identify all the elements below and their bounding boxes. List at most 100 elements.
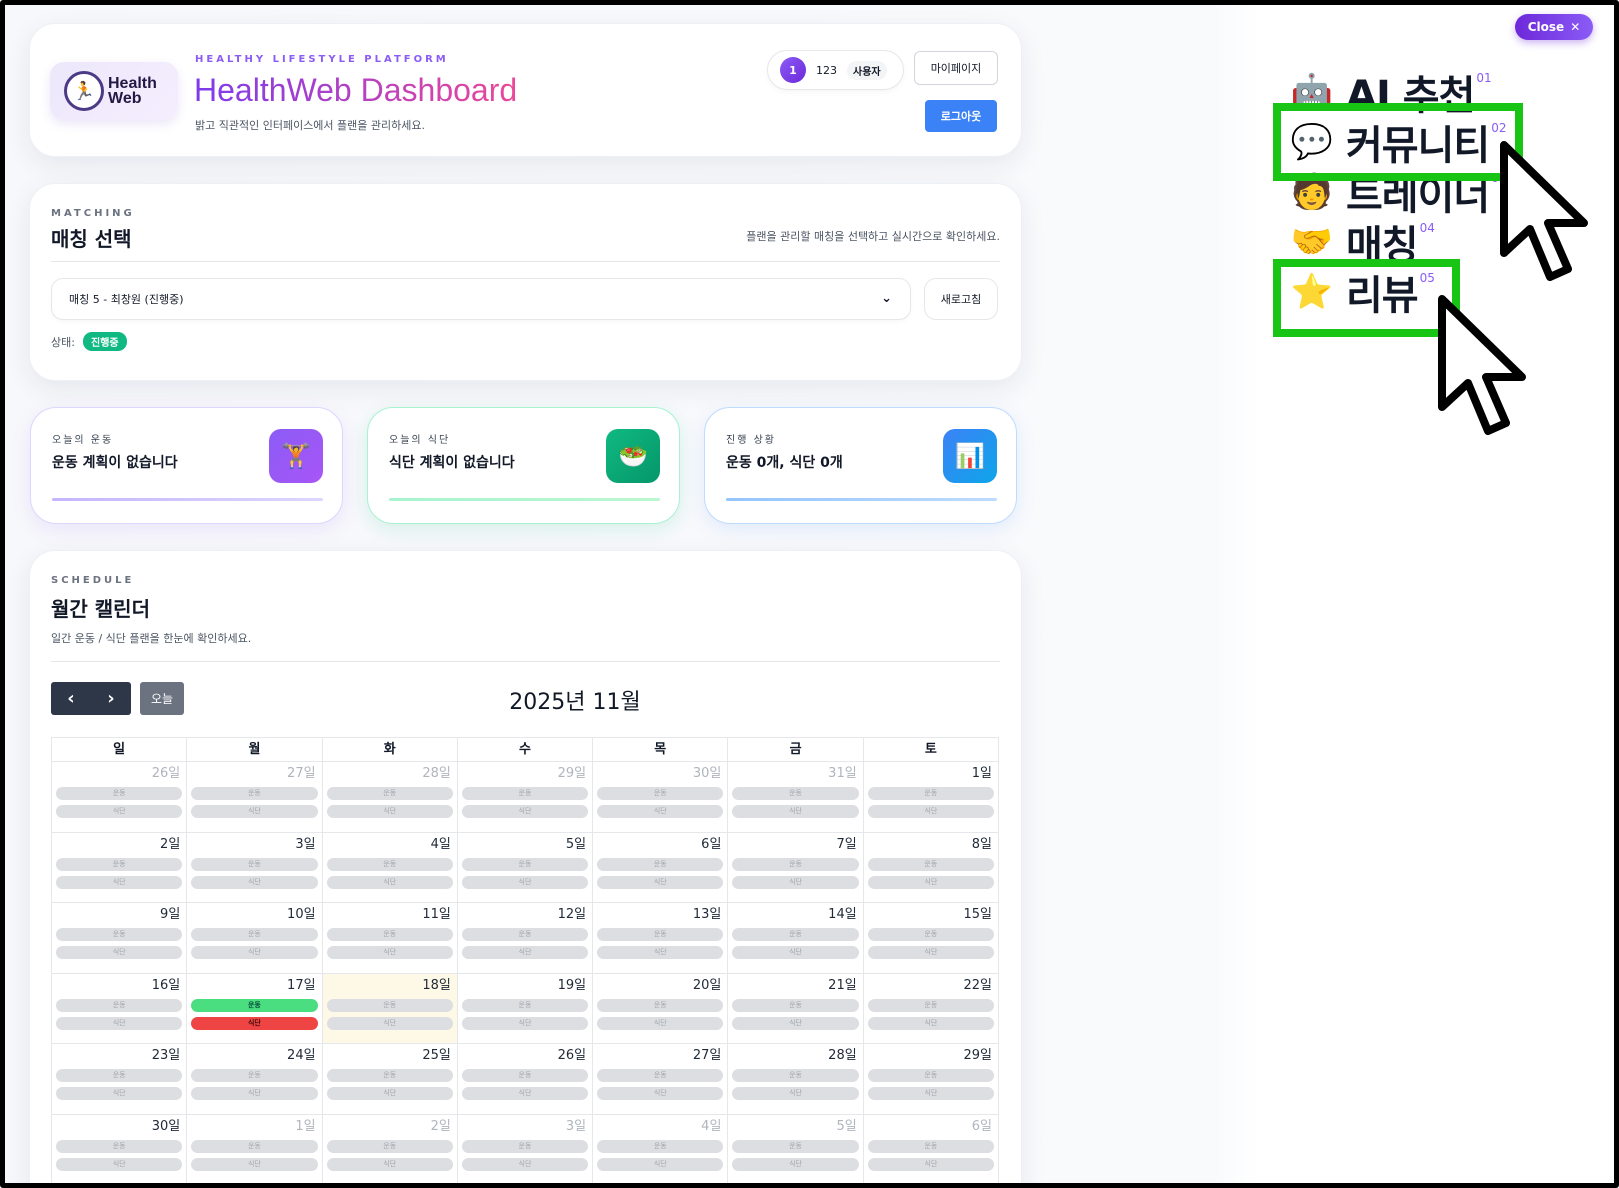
calendar-day-cell[interactable]: 8일 운동 식단 (863, 832, 999, 903)
calendar-day-cell[interactable]: 30일 운동 식단 (52, 1114, 188, 1183)
calendar-day-cell[interactable]: 29일 운동 식단 (863, 1044, 999, 1115)
exercise-pill[interactable]: 운동 (597, 1069, 724, 1082)
close-button[interactable]: Close ✕ (1515, 14, 1593, 40)
exercise-pill[interactable]: 운동 (191, 998, 318, 1012)
exercise-pill[interactable]: 운동 (56, 998, 183, 1012)
exercise-pill[interactable]: 운동 (56, 857, 183, 871)
exercise-pill[interactable]: 운동 (732, 857, 859, 871)
meal-pill[interactable]: 식단 (461, 875, 589, 889)
calendar-day-cell[interactable]: 24일 운동 식단 (187, 1044, 323, 1115)
meal-pill[interactable]: 식단 (191, 805, 318, 818)
exercise-pill[interactable]: 운동 (732, 1139, 859, 1153)
meal-pill[interactable]: 식단 (732, 1157, 859, 1171)
logout-button[interactable]: 로그아웃 (925, 100, 997, 132)
exercise-pill[interactable]: 운동 (326, 1069, 453, 1082)
meal-pill[interactable]: 식단 (867, 1157, 994, 1171)
calendar-day-cell[interactable]: 16일 운동 식단 (52, 973, 188, 1044)
mypage-button[interactable]: 마이페이지 (914, 51, 998, 85)
calendar-day-cell[interactable]: 4일 운동 식단 (322, 832, 458, 903)
exercise-pill[interactable]: 운동 (461, 998, 589, 1012)
app-logo[interactable]: 🏃 Health Web (50, 62, 178, 120)
exercise-pill[interactable]: 운동 (461, 857, 589, 871)
exercise-pill[interactable]: 운동 (597, 787, 724, 800)
calendar-day-cell[interactable]: 13일 운동 식단 (593, 903, 729, 974)
calendar-day-cell[interactable]: 5일 운동 식단 (457, 832, 594, 903)
meal-pill[interactable]: 식단 (867, 1016, 994, 1030)
calendar-day-cell[interactable]: 17일 운동 식단 (187, 973, 323, 1044)
meal-pill[interactable]: 식단 (56, 1157, 183, 1171)
meal-pill[interactable]: 식단 (597, 875, 724, 889)
exercise-pill[interactable]: 운동 (326, 857, 453, 871)
exercise-pill[interactable]: 운동 (461, 1139, 589, 1153)
meal-pill[interactable]: 식단 (597, 805, 724, 818)
exercise-pill[interactable]: 운동 (732, 1069, 859, 1082)
meal-pill[interactable]: 식단 (732, 946, 859, 959)
exercise-pill[interactable]: 운동 (191, 1069, 318, 1082)
exercise-pill[interactable]: 운동 (326, 928, 453, 941)
meal-pill[interactable]: 식단 (191, 1087, 318, 1100)
calendar-day-cell[interactable]: 28일 운동 식단 (322, 762, 458, 833)
calendar-day-cell[interactable]: 12일 운동 식단 (457, 903, 594, 974)
exercise-pill[interactable]: 운동 (461, 928, 589, 941)
exercise-pill[interactable]: 운동 (597, 998, 724, 1012)
exercise-pill[interactable]: 운동 (191, 1139, 318, 1153)
meal-pill[interactable]: 식단 (867, 805, 994, 818)
calendar-day-cell[interactable]: 20일 운동 식단 (593, 973, 729, 1044)
calendar-day-cell[interactable]: 5일 운동 식단 (728, 1114, 864, 1183)
meal-pill[interactable]: 식단 (191, 1016, 318, 1030)
calendar-day-cell[interactable]: 26일 운동 식단 (52, 762, 188, 833)
meal-pill[interactable]: 식단 (597, 1087, 724, 1100)
exercise-pill[interactable]: 운동 (56, 787, 183, 800)
exercise-pill[interactable]: 운동 (191, 787, 318, 800)
meal-pill[interactable]: 식단 (326, 805, 453, 818)
meal-pill[interactable]: 식단 (56, 1087, 183, 1100)
meal-pill[interactable]: 식단 (326, 1016, 453, 1030)
calendar-day-cell[interactable]: 4일 운동 식단 (593, 1114, 729, 1183)
calendar-day-cell[interactable]: 1일 운동 식단 (863, 762, 999, 833)
calendar-day-cell[interactable]: 6일 운동 식단 (864, 1114, 999, 1183)
exercise-pill[interactable]: 운동 (191, 928, 318, 941)
exercise-pill[interactable]: 운동 (56, 928, 183, 941)
meal-pill[interactable]: 식단 (867, 875, 994, 889)
refresh-button[interactable]: 새로고침 (924, 278, 998, 320)
meal-pill[interactable]: 식단 (732, 875, 859, 889)
calendar-day-cell[interactable]: 29일 운동 식단 (457, 762, 594, 833)
meal-pill[interactable]: 식단 (732, 805, 859, 818)
meal-pill[interactable]: 식단 (867, 1087, 994, 1100)
meal-pill[interactable]: 식단 (597, 1016, 724, 1030)
exercise-pill[interactable]: 운동 (597, 857, 724, 871)
user-info-pill[interactable]: 1 123 사용자 (767, 50, 904, 90)
calendar-day-cell[interactable]: 25일 운동 식단 (322, 1044, 458, 1115)
calendar-day-cell[interactable]: 9일 운동 식단 (52, 903, 188, 974)
exercise-pill[interactable]: 운동 (56, 1139, 183, 1153)
meal-pill[interactable]: 식단 (191, 875, 318, 889)
exercise-pill[interactable]: 운동 (867, 998, 994, 1012)
meal-pill[interactable]: 식단 (326, 946, 453, 959)
calendar-day-cell[interactable]: 22일 운동 식단 (863, 973, 999, 1044)
calendar-day-cell[interactable]: 28일 운동 식단 (728, 1044, 864, 1115)
meal-pill[interactable]: 식단 (732, 1087, 859, 1100)
exercise-pill[interactable]: 운동 (732, 998, 859, 1012)
meal-pill[interactable]: 식단 (461, 1087, 589, 1100)
meal-pill[interactable]: 식단 (191, 1157, 318, 1171)
calendar-day-cell[interactable]: 1일 운동 식단 (187, 1114, 323, 1183)
calendar-day-cell[interactable]: 11일 운동 식단 (322, 903, 458, 974)
exercise-pill[interactable]: 운동 (326, 787, 453, 800)
calendar-day-cell[interactable]: 19일 운동 식단 (457, 973, 594, 1044)
meal-pill[interactable]: 식단 (56, 946, 183, 959)
meal-pill[interactable]: 식단 (326, 1087, 453, 1100)
calendar-day-cell[interactable]: 10일 운동 식단 (187, 903, 323, 974)
meal-pill[interactable]: 식단 (56, 805, 183, 818)
meal-pill[interactable]: 식단 (461, 1016, 589, 1030)
calendar-day-cell[interactable]: 18일 운동 식단 (322, 973, 458, 1044)
calendar-day-cell[interactable]: 15일 운동 식단 (863, 903, 999, 974)
exercise-pill[interactable]: 운동 (867, 928, 994, 941)
exercise-pill[interactable]: 운동 (867, 1069, 994, 1082)
today-button[interactable]: 오늘 (140, 682, 184, 715)
meal-pill[interactable]: 식단 (56, 875, 183, 889)
calendar-day-cell[interactable]: 2일 운동 식단 (52, 832, 188, 903)
calendar-day-cell[interactable]: 6일 운동 식단 (593, 832, 729, 903)
meal-pill[interactable]: 식단 (326, 1157, 453, 1171)
exercise-pill[interactable]: 운동 (867, 857, 994, 871)
meal-pill[interactable]: 식단 (597, 1157, 724, 1171)
